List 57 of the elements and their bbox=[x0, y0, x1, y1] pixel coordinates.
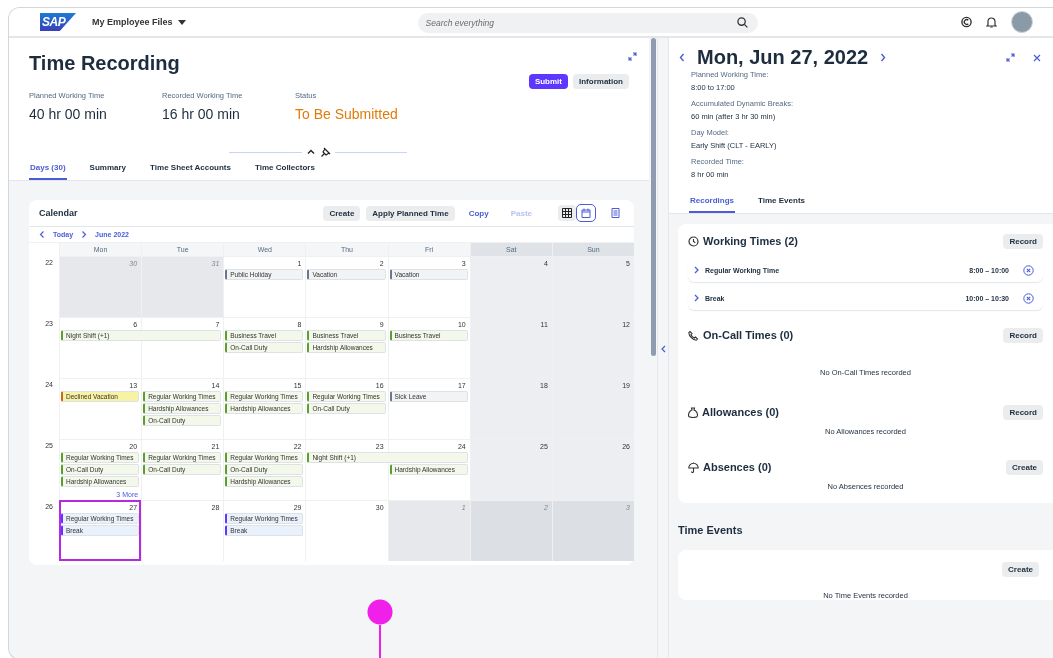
record-button[interactable]: Record bbox=[1003, 404, 1043, 420]
calendar-view-button[interactable] bbox=[577, 205, 595, 221]
calendar-title: Calendar bbox=[39, 208, 78, 218]
grid-icon bbox=[562, 208, 572, 218]
detail-date: Mon, Jun 27, 2022 bbox=[697, 46, 869, 69]
pin-icon[interactable] bbox=[319, 146, 332, 158]
record-button[interactable]: Record bbox=[1003, 233, 1043, 249]
search-field[interactable]: Search everything bbox=[417, 13, 758, 33]
expand-row-icon[interactable] bbox=[694, 266, 699, 274]
close-icon[interactable] bbox=[1033, 53, 1041, 62]
expand-row-icon[interactable] bbox=[694, 294, 699, 302]
section-title: On-Call Times (0) bbox=[703, 329, 794, 341]
page-tab[interactable]: Time Sheet Accounts bbox=[149, 159, 232, 180]
grid-view-button[interactable] bbox=[558, 205, 576, 221]
time-events-title: Time Events bbox=[678, 524, 744, 536]
section-title: Absences (0) bbox=[703, 461, 772, 473]
toolbar-button[interactable]: Create bbox=[323, 205, 361, 221]
user-avatar[interactable] bbox=[1011, 11, 1033, 33]
kpi-value: 16 hr 00 min bbox=[162, 106, 241, 122]
calendar-icon bbox=[581, 208, 591, 218]
list-icon bbox=[610, 208, 620, 218]
create-button[interactable]: Create bbox=[1006, 459, 1043, 475]
detail-tab[interactable]: Time Events bbox=[757, 192, 806, 213]
page-tab[interactable]: Days (30) bbox=[29, 159, 67, 180]
scrollbar-thumb[interactable] bbox=[650, 38, 656, 356]
next-icon[interactable] bbox=[81, 231, 88, 238]
submit-button[interactable]: Submit bbox=[528, 74, 568, 89]
kpi-value: To Be Submitted bbox=[295, 106, 398, 122]
search-icon[interactable] bbox=[736, 16, 748, 28]
expand-icon[interactable] bbox=[628, 52, 637, 61]
notification-bell-icon[interactable] bbox=[986, 16, 997, 28]
detail-tab[interactable]: Recordings bbox=[689, 192, 735, 213]
information-button[interactable]: Information bbox=[573, 74, 629, 89]
kpi-value: 40 hr 00 min bbox=[29, 106, 108, 122]
product-menu[interactable]: My Employee Files bbox=[90, 15, 188, 29]
expand-icon[interactable] bbox=[1006, 53, 1015, 62]
page-title: Time Recording bbox=[29, 52, 180, 75]
next-day-icon[interactable] bbox=[880, 53, 887, 62]
clock-icon bbox=[688, 235, 699, 247]
toolbar-link[interactable]: Copy bbox=[460, 206, 497, 220]
money-bag-icon bbox=[688, 406, 698, 418]
collapse-panel-icon[interactable] bbox=[660, 344, 666, 353]
company-logo[interactable]: SAP bbox=[40, 13, 76, 31]
previous-day-icon[interactable] bbox=[679, 53, 685, 62]
phone-icon bbox=[688, 329, 699, 341]
previous-icon[interactable] bbox=[39, 231, 45, 238]
create-button[interactable]: Create bbox=[1002, 562, 1039, 577]
toolbar-button[interactable]: Apply Planned Time bbox=[366, 205, 455, 221]
caret-icon bbox=[177, 19, 186, 25]
record-button[interactable]: Record bbox=[1003, 327, 1043, 343]
page-tab[interactable]: Summary bbox=[88, 159, 128, 180]
page-tab[interactable]: Time Collectors bbox=[253, 159, 316, 180]
section-title: Allowances (0) bbox=[702, 406, 780, 418]
umbrella-icon bbox=[688, 461, 699, 473]
section-title: Working Times (2) bbox=[703, 235, 798, 247]
delete-icon[interactable] bbox=[1023, 264, 1034, 276]
delete-icon[interactable] bbox=[1023, 292, 1034, 304]
